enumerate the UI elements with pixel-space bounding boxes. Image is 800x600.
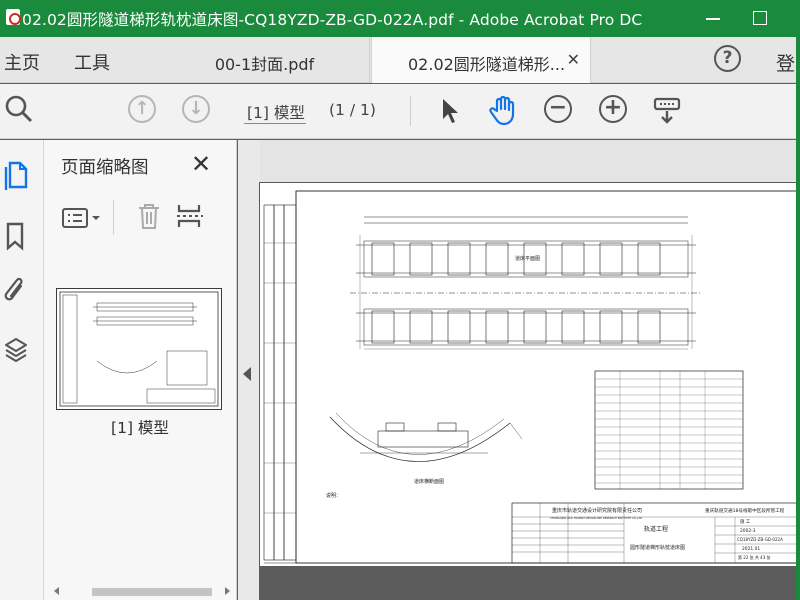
tab-label: 02.02圆形隧道梯形... bbox=[408, 55, 566, 74]
tab-tools[interactable]: 工具 bbox=[74, 49, 110, 75]
next-page-icon[interactable]: ↓ bbox=[182, 95, 210, 123]
zoom-in-icon[interactable]: + bbox=[599, 95, 627, 123]
tab-document-active[interactable]: 02.02圆形隧道梯形... ✕ bbox=[371, 37, 591, 83]
bookmarks-icon[interactable] bbox=[4, 221, 26, 251]
toolbar-divider bbox=[113, 200, 114, 234]
tab-bar: 主页 工具 00-1封面.pdf 02.02圆形隧道梯形... ✕ ? 登 bbox=[0, 37, 800, 83]
window-title: 02.02圆形隧道梯形轨枕道床图-CQ18YZD-ZB-GD-022A.pdf … bbox=[22, 11, 643, 29]
navigation-rail bbox=[0, 140, 44, 600]
page-shadow bbox=[259, 567, 800, 600]
thumbnails-panel: 页面缩略图 ✕ [1] 模型 bbox=[44, 140, 237, 600]
company-name: 重庆市轨道交通设计研究院有限责任公司 bbox=[552, 507, 642, 514]
section-caption: 道床横断面图 bbox=[414, 478, 444, 485]
window-border bbox=[796, 0, 800, 600]
layers-icon[interactable] bbox=[4, 336, 27, 364]
version: 2002-3 bbox=[740, 528, 756, 534]
drawing-date: 2021.01 bbox=[742, 546, 760, 552]
notes-title: 说明： bbox=[326, 492, 341, 499]
hand-tool-icon[interactable] bbox=[488, 94, 520, 130]
options-menu-icon[interactable] bbox=[62, 207, 106, 233]
pdf-page: 道床平面图 道床横断面图 说明： 重庆市轨道交通设计研究院有限责任公司 CHON… bbox=[259, 182, 800, 567]
search-icon[interactable] bbox=[4, 94, 34, 128]
horizontal-scrollbar[interactable] bbox=[52, 585, 232, 598]
minimize-button[interactable] bbox=[692, 0, 740, 37]
discipline: 轨道工程 bbox=[644, 525, 668, 533]
engineering-drawing: 道床平面图 道床横断面图 说明： 重庆市轨道交通设计研究院有限责任公司 CHON… bbox=[263, 190, 799, 564]
stage: 施 工 bbox=[740, 518, 751, 525]
panel-close-icon[interactable]: ✕ bbox=[191, 150, 211, 178]
acrobat-icon bbox=[6, 9, 21, 25]
attachments-icon[interactable] bbox=[4, 276, 26, 304]
scrollbar-thumb[interactable] bbox=[92, 588, 212, 596]
page-thumbnail[interactable] bbox=[56, 288, 222, 410]
page-label: [1] 模型 bbox=[247, 104, 305, 122]
page-count: (1 / 1) bbox=[329, 101, 376, 119]
delete-icon[interactable] bbox=[136, 202, 162, 234]
help-icon[interactable]: ? bbox=[714, 45, 741, 72]
zoom-out-icon[interactable]: − bbox=[544, 95, 572, 123]
project-name: 重庆轨道交通18号线歇中区段所管工程 bbox=[705, 507, 785, 514]
page-thumbnails-icon[interactable] bbox=[4, 160, 28, 190]
thumbnail-label: [1] 模型 bbox=[111, 419, 169, 437]
previous-page-icon[interactable]: ↑ bbox=[128, 95, 156, 123]
maximize-button[interactable] bbox=[740, 0, 788, 37]
main-toolbar: ↑ ↓ [1] 模型 (1 / 1) − + bbox=[0, 84, 800, 139]
panel-title: 页面缩略图 bbox=[61, 158, 149, 178]
thumbnail-toolbar bbox=[44, 192, 236, 242]
login-link[interactable]: 登 bbox=[776, 49, 795, 76]
toolbar-divider bbox=[410, 96, 411, 126]
tab-close-icon[interactable]: ✕ bbox=[567, 50, 580, 69]
tab-document-cover[interactable]: 00-1封面.pdf bbox=[160, 37, 370, 83]
company-name-en: CHONGQING RAIL TRANSIT DESIGN AND RESEAR… bbox=[550, 516, 642, 520]
select-cursor-icon[interactable] bbox=[440, 97, 460, 129]
marquee-zoom-icon[interactable] bbox=[652, 96, 684, 130]
drawing-number: CQ18YZD-ZB-GD-022A bbox=[737, 537, 783, 542]
drawing-title: 圆形隧道梯形轨枕道床图 bbox=[630, 544, 685, 551]
plan-caption: 道床平面图 bbox=[515, 255, 540, 262]
tab-label: 00-1封面.pdf bbox=[214, 55, 315, 74]
tab-home[interactable]: 主页 bbox=[4, 49, 40, 75]
sheet-count: 第 22 张 共 43 张 bbox=[738, 554, 771, 560]
window-titlebar: 02.02圆形隧道梯形轨枕道床图-CQ18YZD-ZB-GD-022A.pdf … bbox=[0, 0, 800, 37]
extract-pages-icon[interactable] bbox=[176, 202, 204, 234]
collapse-panel-icon[interactable] bbox=[243, 367, 251, 381]
